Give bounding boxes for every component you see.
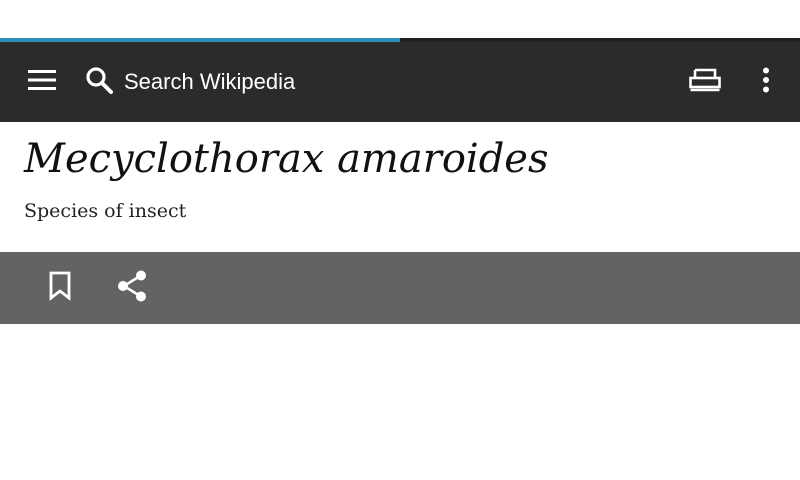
top-toolbar: Search Wikipedia [0,42,800,122]
bookmark-icon [48,271,72,305]
share-icon [117,270,147,306]
search-wikipedia-bar[interactable]: Search Wikipedia [84,62,504,102]
article-action-bar [0,252,800,324]
overflow-menu-icon [762,67,770,97]
share-button[interactable] [112,268,152,308]
article-header: Mecyclothorax amaroides Species of insec… [0,122,800,252]
search-icon [84,65,114,99]
status-strip [0,0,800,38]
article-title: Mecyclothorax amaroides [24,136,549,182]
search-placeholder: Search Wikipedia [124,69,296,94]
article-description: Species of insect [24,200,187,222]
article-content-area [0,324,800,480]
navigation-menu-button[interactable] [18,62,66,102]
save-to-list-button[interactable] [40,268,80,308]
overflow-menu-button[interactable] [746,62,786,102]
reading-list-icon [689,68,721,96]
reading-lists-button[interactable] [682,62,728,102]
hamburger-menu-icon [28,69,56,95]
